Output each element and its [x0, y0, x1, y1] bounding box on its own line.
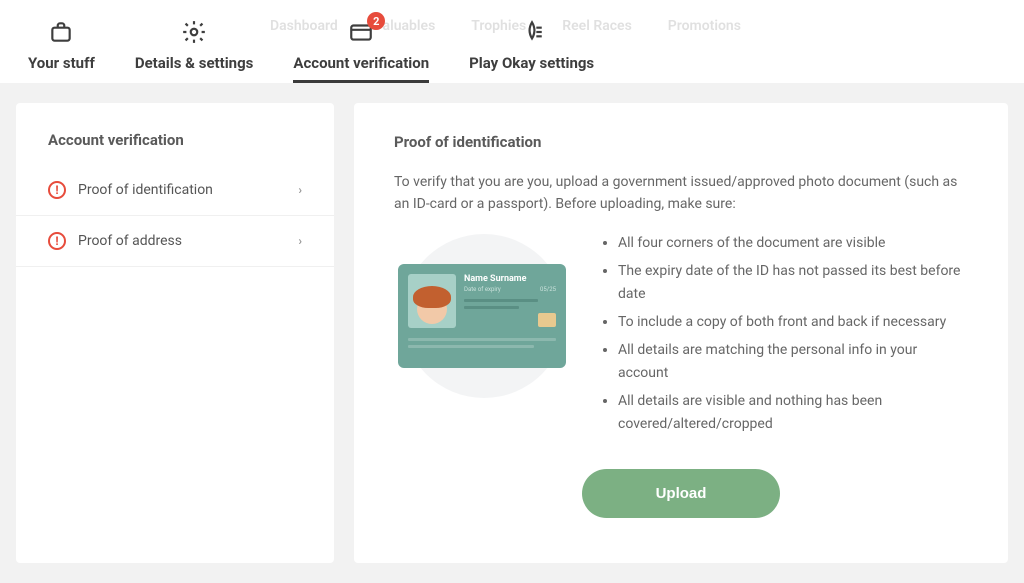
tab-label: Your stuff — [28, 54, 95, 80]
suitcase-icon — [47, 18, 75, 46]
sidebar-item-label: Proof of address — [78, 233, 286, 249]
tab-label: Play Okay settings — [469, 54, 594, 80]
mid-section: Name Surname Date of expiry 05/25 — [394, 232, 968, 441]
tab-your-stuff[interactable]: Your stuff — [28, 18, 95, 83]
main-title: Proof of identification — [394, 133, 968, 151]
tab-label: Details & settings — [135, 54, 254, 80]
sidebar: Account verification ! Proof of identifi… — [16, 103, 334, 563]
requirement-item: All details are visible and nothing has … — [618, 390, 968, 435]
id-card-name: Name Surname — [464, 274, 556, 284]
alert-icon: ! — [48, 181, 66, 199]
top-tabs: Dashboard Valuables Trophies Reel Races … — [0, 0, 1024, 83]
tab-label: Account verification — [293, 54, 429, 83]
id-card-illustration: Name Surname Date of expiry 05/25 — [394, 232, 574, 400]
id-card-date-value: 05/25 — [540, 286, 556, 293]
sidebar-item-label: Proof of identification — [78, 182, 286, 198]
requirement-item: All four corners of the document are vis… — [618, 232, 968, 254]
id-card-date-label: Date of expiry — [464, 286, 501, 293]
requirement-item: The expiry date of the ID has not passed… — [618, 260, 968, 305]
chevron-right-icon: › — [298, 234, 302, 248]
tab-details-settings[interactable]: Details & settings — [135, 18, 254, 83]
upload-button[interactable]: Upload — [582, 469, 781, 518]
sidebar-title: Account verification — [16, 131, 334, 165]
tab-play-okay[interactable]: Play Okay settings — [469, 18, 594, 83]
tab-account-verification[interactable]: 2 Account verification — [293, 18, 429, 83]
requirement-item: To include a copy of both front and back… — [618, 311, 968, 333]
main-description: To verify that you are you, upload a gov… — [394, 171, 968, 216]
play-settings-icon — [518, 18, 546, 46]
content: Account verification ! Proof of identifi… — [0, 83, 1024, 583]
notification-badge: 2 — [367, 12, 385, 30]
requirement-item: All details are matching the personal in… — [618, 339, 968, 384]
gear-icon — [180, 18, 208, 46]
chevron-right-icon: › — [298, 183, 302, 197]
requirements-list: All four corners of the document are vis… — [598, 232, 968, 441]
sidebar-item-proof-address[interactable]: ! Proof of address › — [16, 216, 334, 267]
main-panel: Proof of identification To verify that y… — [354, 103, 1008, 563]
sidebar-item-proof-identification[interactable]: ! Proof of identification › — [16, 165, 334, 216]
card-icon: 2 — [347, 18, 375, 46]
alert-icon: ! — [48, 232, 66, 250]
